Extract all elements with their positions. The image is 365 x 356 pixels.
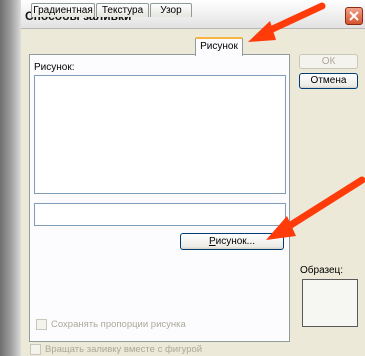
sample-preview bbox=[302, 279, 358, 327]
rotate-label: Вращать заливку вместе с фигурой bbox=[45, 344, 203, 355]
tab-pattern[interactable]: Узор bbox=[150, 3, 192, 17]
keep-ratio-checkbox[interactable] bbox=[36, 319, 47, 330]
rotate-with-shape-option[interactable]: Вращать заливку вместе с фигурой bbox=[30, 344, 202, 355]
mnemonic-letter: Р bbox=[208, 236, 216, 247]
background-window-edge bbox=[0, 0, 21, 356]
fill-effects-dialog: Способы заливки Градиентная Текстура Узо… bbox=[0, 0, 365, 356]
picture-label: Рисунок: bbox=[34, 62, 75, 73]
cancel-button[interactable]: Отмена bbox=[299, 73, 358, 89]
close-icon bbox=[349, 11, 359, 21]
keep-ratio-option[interactable]: Сохранять пропорции рисунка bbox=[36, 319, 186, 330]
close-button[interactable] bbox=[345, 7, 363, 25]
tab-label: Текстура bbox=[101, 5, 144, 16]
ok-button[interactable]: ОК bbox=[299, 54, 358, 69]
rotate-checkbox[interactable] bbox=[30, 344, 41, 355]
tab-label: Узор bbox=[160, 5, 182, 16]
tab-texture[interactable]: Текстура bbox=[96, 3, 149, 17]
keep-ratio-label: Сохранять пропорции рисунка bbox=[51, 319, 186, 330]
tab-picture[interactable]: Рисунок bbox=[195, 37, 243, 56]
tab-label: Градиентная bbox=[33, 5, 93, 16]
picture-name-field bbox=[34, 203, 286, 226]
sample-label: Образец: bbox=[300, 265, 344, 276]
select-picture-button[interactable]: Рисунок... bbox=[180, 233, 284, 250]
tab-gradient[interactable]: Градиентная bbox=[31, 3, 95, 17]
picture-preview bbox=[34, 75, 286, 194]
button-label-rest: исунок... bbox=[215, 236, 256, 247]
tab-label: Рисунок bbox=[200, 41, 238, 52]
